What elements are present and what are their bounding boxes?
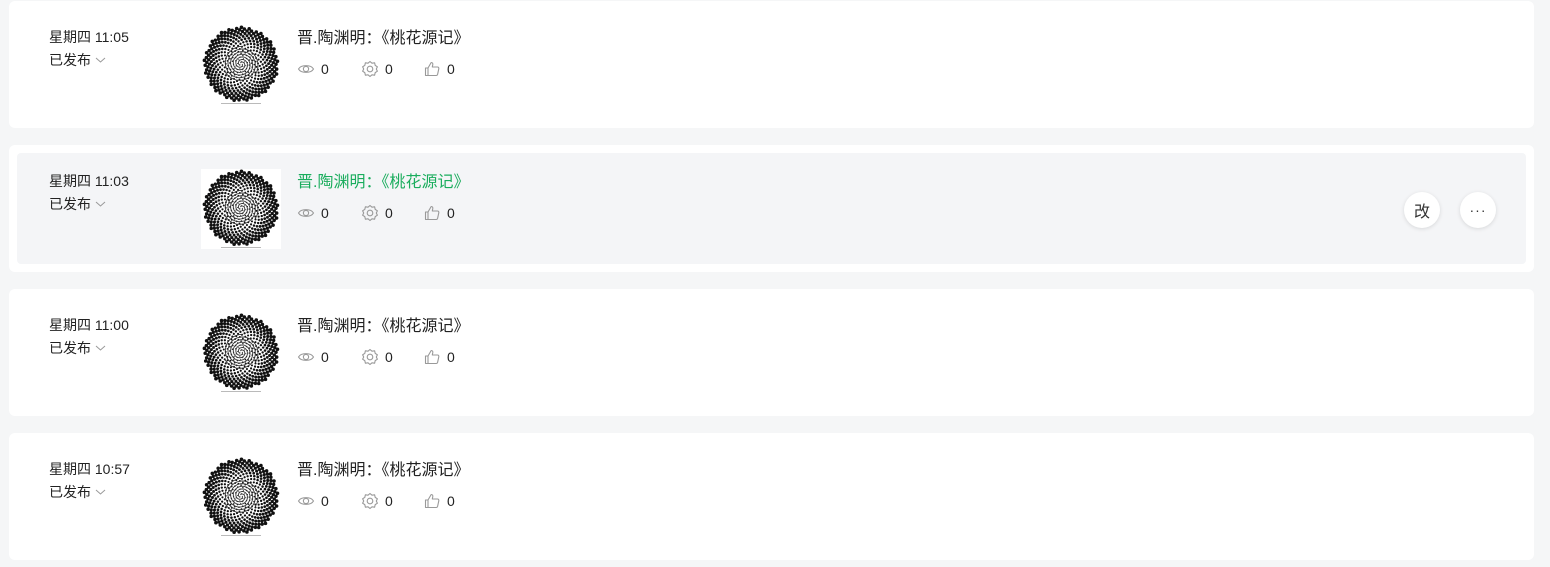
post-list: 星期四 11:05 已发布 晋.陶渊明：《桃花源记》 0 0 0 星期四 11:… bbox=[0, 0, 1550, 567]
shares-count: 0 bbox=[385, 205, 393, 221]
likes-stat: 0 bbox=[423, 491, 463, 511]
post-time: 星期四 11:03 bbox=[49, 173, 129, 189]
shares-stat: 0 bbox=[361, 491, 423, 511]
chevron-down-icon bbox=[95, 57, 106, 63]
status-label: 已发布 bbox=[49, 52, 91, 68]
post-stats: 0 0 0 bbox=[297, 59, 463, 79]
gear-share-icon bbox=[362, 492, 378, 510]
spiral-image bbox=[201, 25, 281, 105]
thumbs-up-icon bbox=[424, 493, 440, 509]
gear-share-icon bbox=[362, 204, 378, 222]
likes-stat: 0 bbox=[423, 203, 463, 223]
post-title[interactable]: 晋.陶渊明：《桃花源记》 bbox=[297, 317, 469, 337]
status-label: 已发布 bbox=[49, 196, 91, 212]
eye-icon bbox=[297, 353, 315, 361]
views-stat: 0 bbox=[297, 347, 361, 367]
views-stat: 0 bbox=[297, 59, 361, 79]
chevron-down-icon bbox=[95, 489, 106, 495]
post-time: 星期四 11:05 bbox=[49, 29, 129, 45]
post-time: 星期四 10:57 bbox=[49, 461, 130, 477]
eye-icon bbox=[297, 497, 315, 505]
post-card-inner: 星期四 10:57 已发布 晋.陶渊明：《桃花源记》 0 0 0 bbox=[9, 433, 1534, 560]
shares-count: 0 bbox=[385, 493, 393, 509]
likes-count: 0 bbox=[447, 349, 455, 365]
post-thumbnail[interactable] bbox=[201, 25, 281, 105]
post-card-inner: 星期四 11:03 已发布 晋.陶渊明：《桃花源记》 0 0 0 改 ··· bbox=[17, 153, 1526, 264]
thumbs-up-icon bbox=[424, 61, 440, 77]
post-card-inner: 星期四 11:00 已发布 晋.陶渊明：《桃花源记》 0 0 0 bbox=[9, 289, 1534, 416]
more-button[interactable]: ··· bbox=[1460, 192, 1496, 228]
thumbs-up-icon bbox=[424, 349, 440, 365]
chevron-down-icon bbox=[95, 201, 106, 207]
likes-count: 0 bbox=[447, 493, 455, 509]
shares-count: 0 bbox=[385, 61, 393, 77]
status-dropdown[interactable]: 已发布 bbox=[49, 195, 106, 213]
post-thumbnail[interactable] bbox=[201, 313, 281, 393]
views-count: 0 bbox=[321, 61, 329, 77]
shares-stat: 0 bbox=[361, 59, 423, 79]
post-thumbnail[interactable] bbox=[201, 457, 281, 537]
views-count: 0 bbox=[321, 493, 329, 509]
edit-button[interactable]: 改 bbox=[1404, 192, 1440, 228]
post-stats: 0 0 0 bbox=[297, 203, 463, 223]
views-stat: 0 bbox=[297, 203, 361, 223]
post-time: 星期四 11:00 bbox=[49, 317, 129, 333]
likes-count: 0 bbox=[447, 205, 455, 221]
shares-stat: 0 bbox=[361, 203, 423, 223]
status-dropdown[interactable]: 已发布 bbox=[49, 51, 106, 69]
likes-stat: 0 bbox=[423, 347, 463, 367]
eye-icon bbox=[297, 209, 315, 217]
likes-stat: 0 bbox=[423, 59, 463, 79]
post-actions: 改 ··· bbox=[1404, 192, 1496, 228]
post-title[interactable]: 晋.陶渊明：《桃花源记》 bbox=[297, 173, 469, 193]
post-card-inner: 星期四 11:05 已发布 晋.陶渊明：《桃花源记》 0 0 0 bbox=[9, 1, 1534, 128]
views-count: 0 bbox=[321, 205, 329, 221]
status-label: 已发布 bbox=[49, 340, 91, 356]
post-card[interactable]: 星期四 11:00 已发布 晋.陶渊明：《桃花源记》 0 0 0 bbox=[9, 289, 1534, 416]
likes-count: 0 bbox=[447, 61, 455, 77]
thumbs-up-icon bbox=[424, 205, 440, 221]
status-label: 已发布 bbox=[49, 484, 91, 500]
status-dropdown[interactable]: 已发布 bbox=[49, 339, 106, 357]
status-dropdown[interactable]: 已发布 bbox=[49, 483, 106, 501]
spiral-image bbox=[201, 313, 281, 393]
shares-stat: 0 bbox=[361, 347, 423, 367]
post-title[interactable]: 晋.陶渊明：《桃花源记》 bbox=[297, 29, 469, 49]
post-title[interactable]: 晋.陶渊明：《桃花源记》 bbox=[297, 461, 469, 481]
spiral-image bbox=[201, 457, 281, 537]
post-stats: 0 0 0 bbox=[297, 347, 463, 367]
views-count: 0 bbox=[321, 349, 329, 365]
post-stats: 0 0 0 bbox=[297, 491, 463, 511]
post-card[interactable]: 星期四 11:03 已发布 晋.陶渊明：《桃花源记》 0 0 0 改 ··· bbox=[9, 145, 1534, 272]
views-stat: 0 bbox=[297, 491, 361, 511]
post-card[interactable]: 星期四 10:57 已发布 晋.陶渊明：《桃花源记》 0 0 0 bbox=[9, 433, 1534, 560]
post-thumbnail[interactable] bbox=[201, 169, 281, 249]
post-card[interactable]: 星期四 11:05 已发布 晋.陶渊明：《桃花源记》 0 0 0 bbox=[9, 1, 1534, 128]
gear-share-icon bbox=[362, 348, 378, 366]
chevron-down-icon bbox=[95, 345, 106, 351]
spiral-image bbox=[201, 169, 281, 249]
shares-count: 0 bbox=[385, 349, 393, 365]
gear-share-icon bbox=[362, 60, 378, 78]
eye-icon bbox=[297, 65, 315, 73]
